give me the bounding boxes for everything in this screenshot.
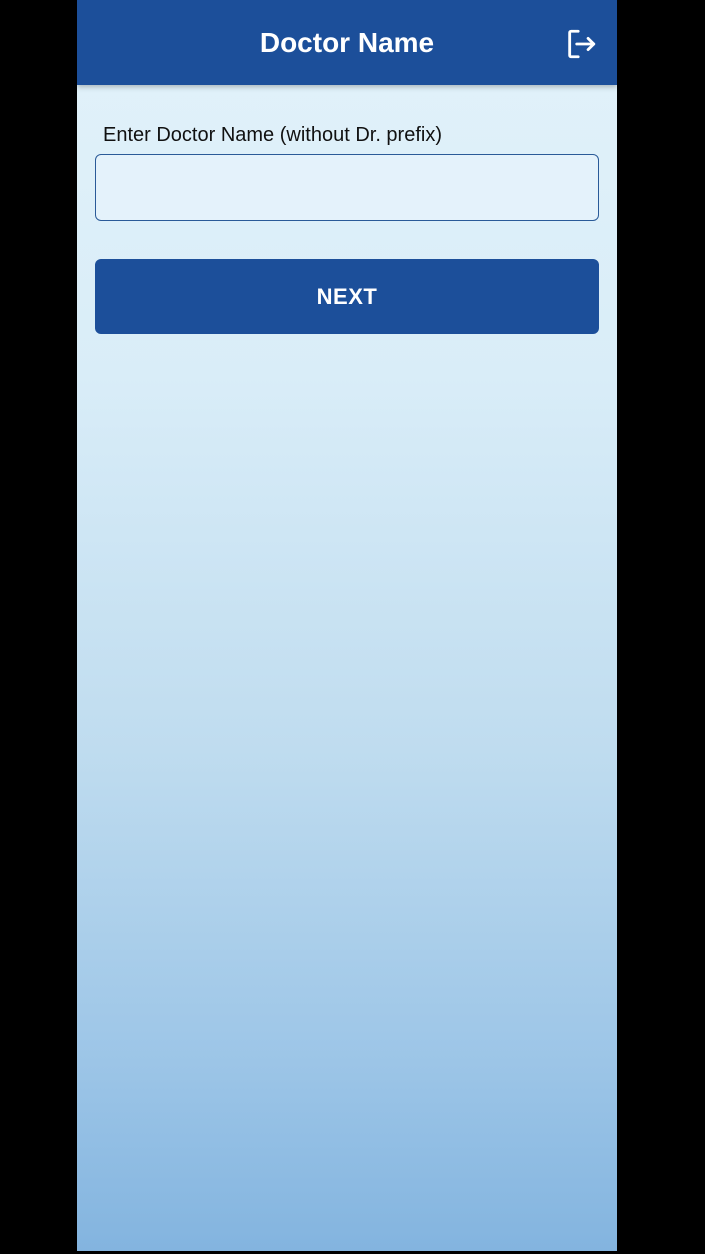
app-bar: Doctor Name (77, 0, 617, 85)
doctor-name-input[interactable] (95, 154, 599, 221)
app-screen: Doctor Name Enter Doctor Name (without D… (77, 0, 617, 1251)
logout-icon (568, 29, 596, 59)
page-title: Doctor Name (259, 27, 435, 58)
logout-button[interactable] (561, 24, 601, 64)
next-button[interactable]: NEXT (95, 259, 599, 334)
doctor-name-label: Enter Doctor Name (without Dr. prefix) (103, 124, 442, 146)
